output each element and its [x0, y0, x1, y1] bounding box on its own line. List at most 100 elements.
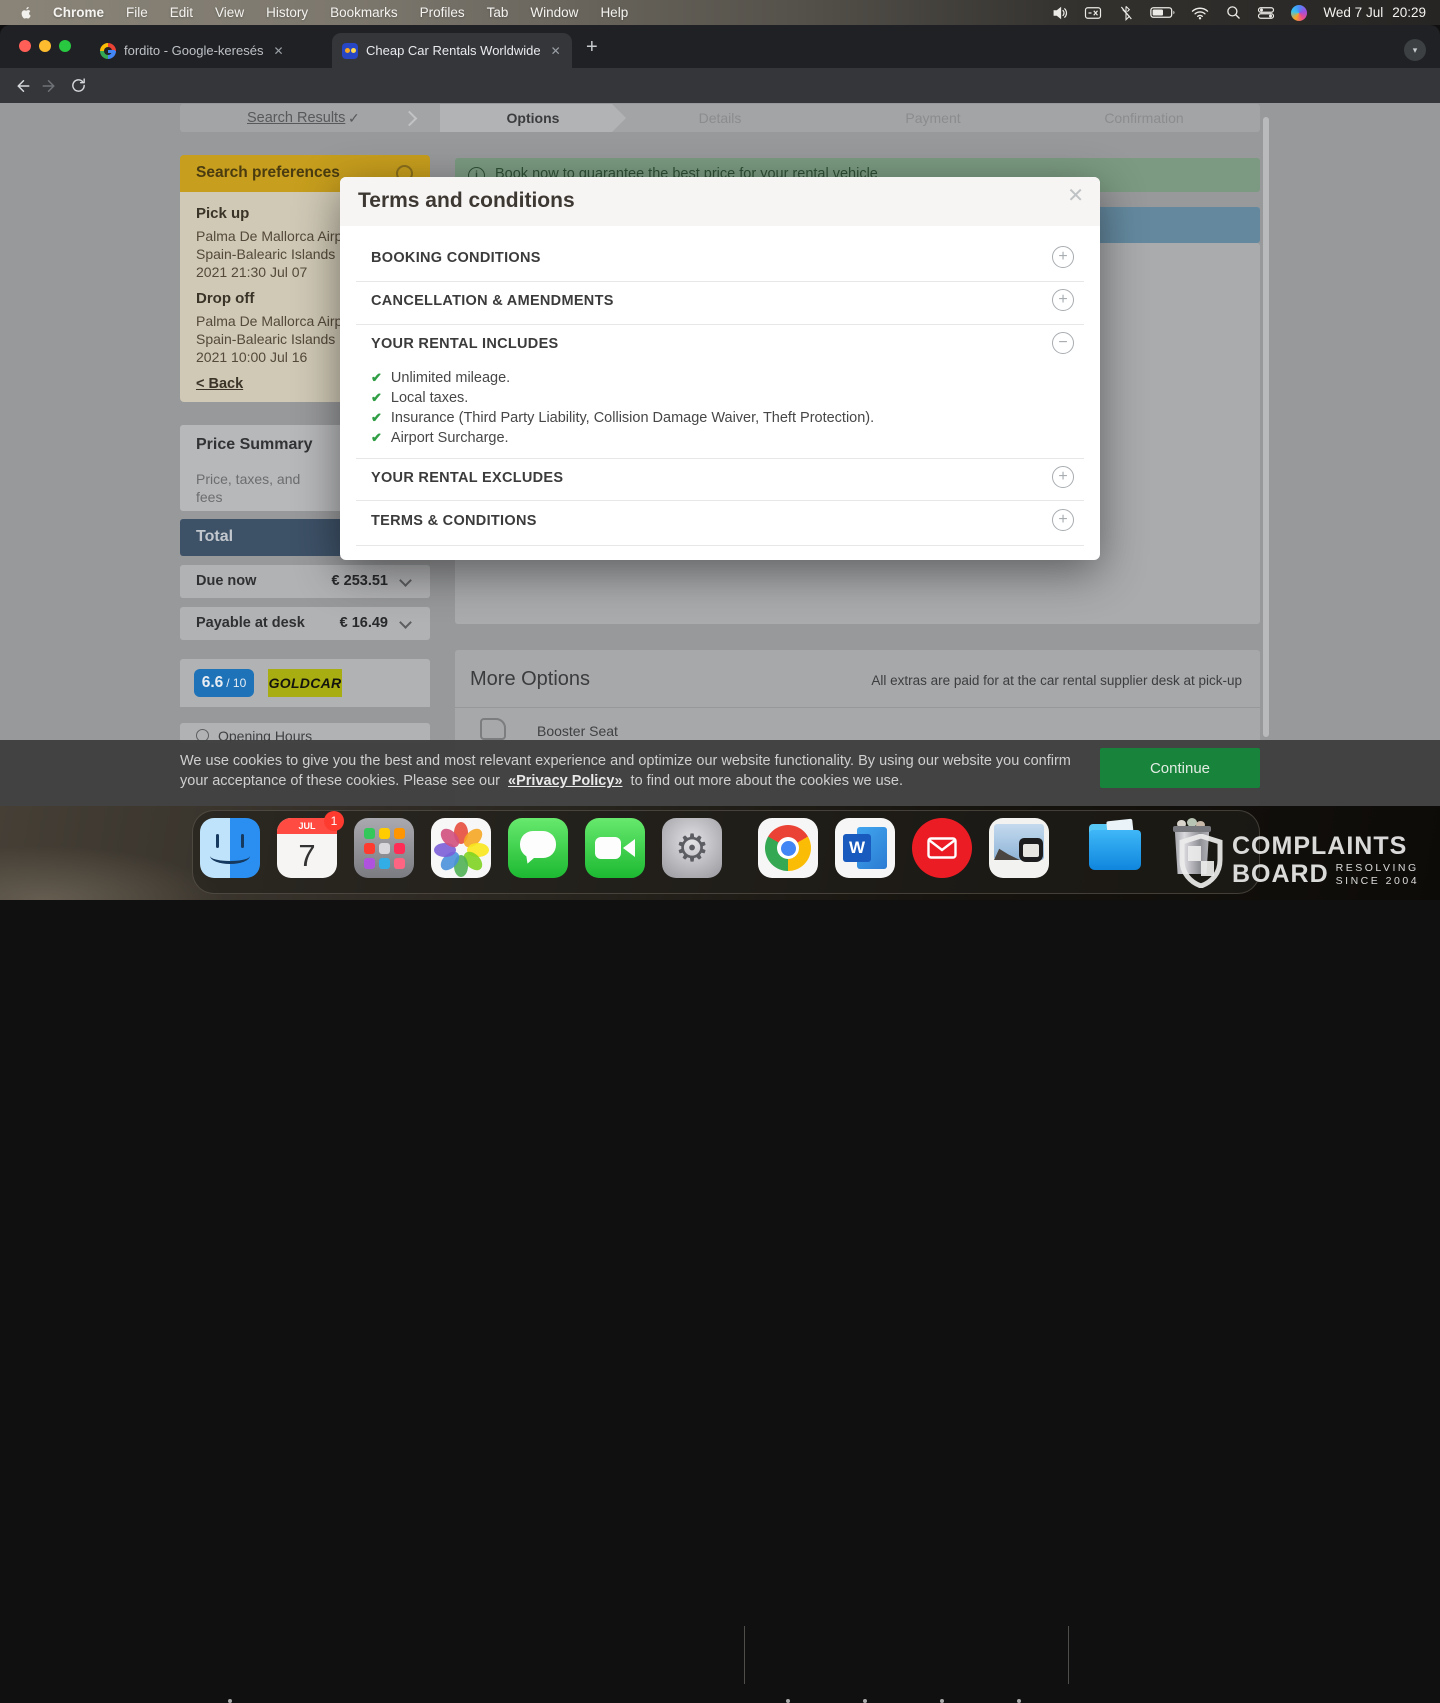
pickup-line: Spain-Balearic Islands	[196, 245, 335, 264]
control-center-icon[interactable]	[1257, 5, 1275, 21]
check-icon: ✔	[371, 390, 382, 405]
privacy-policy-link[interactable]: «Privacy Policy»	[508, 773, 622, 789]
dock-downloads-folder-icon[interactable]	[1085, 818, 1145, 878]
step-details: Details	[660, 110, 780, 126]
spotlight-icon[interactable]	[1224, 5, 1242, 21]
menu-item-edit[interactable]: Edit	[159, 5, 204, 20]
divider	[356, 281, 1084, 282]
more-options-note: All extras are paid for at the car renta…	[871, 673, 1242, 688]
section-rental-excludes[interactable]: YOUR RENTAL EXCLUDES	[371, 470, 563, 486]
section-terms-conditions[interactable]: TERMS & CONDITIONS	[371, 513, 537, 529]
menu-item-profiles[interactable]: Profiles	[409, 5, 476, 20]
include-item-text: Local taxes.	[391, 390, 468, 406]
cookie-banner: We use cookies to give you the best and …	[0, 740, 1440, 806]
browser-toolbar	[0, 68, 1440, 103]
siri-icon[interactable]	[1290, 5, 1308, 21]
pickup-label: Pick up	[196, 205, 249, 224]
browser-tab-strip: fordito - Google-keresés ✕ Cheap Car Ren…	[0, 25, 1440, 68]
menu-item-window[interactable]: Window	[519, 5, 589, 20]
close-icon[interactable]: ✕	[1067, 183, 1084, 208]
menu-item-view[interactable]: View	[204, 5, 255, 20]
section-cancellation[interactable]: CANCELLATION & AMENDMENTS	[371, 293, 614, 309]
menubar-clock[interactable]: 20:29	[1392, 5, 1426, 20]
rating-score: 6.6	[202, 674, 224, 692]
dock-mail-icon[interactable]	[912, 818, 972, 878]
section-rental-includes[interactable]: YOUR RENTAL INCLUDES	[371, 336, 559, 352]
menu-item-help[interactable]: Help	[589, 5, 639, 20]
due-now-label: Due now	[196, 573, 256, 589]
total-label: Total	[196, 528, 233, 546]
dock-system-preferences-icon[interactable]: ⚙	[662, 818, 722, 878]
new-tab-button[interactable]: +	[586, 38, 598, 56]
battery-icon[interactable]	[1150, 5, 1176, 21]
expand-icon[interactable]: +	[1052, 289, 1074, 311]
page-scrollbar[interactable]	[1263, 117, 1269, 737]
wifi-icon[interactable]	[1191, 5, 1209, 21]
menu-item-bookmarks[interactable]: Bookmarks	[319, 5, 409, 20]
dock-messages-icon[interactable]	[508, 818, 568, 878]
dock-finder-icon[interactable]	[200, 818, 260, 878]
cookie-text-line2: your acceptance of these cookies. Please…	[180, 773, 903, 789]
close-tab-icon[interactable]: ✕	[551, 44, 561, 58]
price-summary-subtitle: Price, taxes, and	[196, 471, 300, 487]
step-confirmation: Confirmation	[1084, 110, 1204, 126]
due-now-row[interactable]: Due now € 253.51	[180, 565, 430, 598]
minimize-window-button[interactable]	[39, 40, 51, 52]
menu-item-tab[interactable]: Tab	[476, 5, 520, 20]
search-results-link[interactable]: Search Results	[247, 110, 345, 126]
section-booking-conditions[interactable]: BOOKING CONDITIONS	[371, 250, 541, 266]
tab-economybookings[interactable]: Cheap Car Rentals Worldwide ✕	[332, 33, 572, 68]
google-favicon	[100, 43, 116, 59]
payable-at-desk-row[interactable]: Payable at desk € 16.49	[180, 607, 430, 640]
zoom-window-button[interactable]	[59, 40, 71, 52]
pickup-line: 2021 21:30 Jul 07	[196, 263, 307, 282]
expand-icon[interactable]: +	[1052, 246, 1074, 268]
include-item: ✔Airport Surcharge.	[371, 430, 509, 446]
chevron-down-icon[interactable]	[399, 616, 412, 629]
check-icon: ✓	[348, 110, 360, 127]
menubar-date[interactable]: Wed 7 Jul	[1323, 5, 1383, 20]
dock-chrome-icon[interactable]	[758, 818, 818, 878]
modal-title: Terms and conditions	[358, 189, 575, 213]
divider	[455, 707, 1260, 708]
dock-launchpad-icon[interactable]	[354, 818, 414, 878]
dock-facetime-icon[interactable]	[585, 818, 645, 878]
dropoff-line: Spain-Balearic Islands	[196, 330, 335, 349]
apple-logo-icon[interactable]	[18, 5, 42, 21]
pickup-line: Palma De Mallorca Airport	[196, 227, 359, 246]
close-tab-icon[interactable]: ✕	[273, 44, 283, 58]
chevron-down-icon[interactable]	[399, 574, 412, 587]
forward-button[interactable]	[36, 72, 64, 100]
include-item-text: Insurance (Third Party Liability, Collis…	[391, 410, 874, 426]
back-button[interactable]	[8, 72, 36, 100]
menu-item-chrome[interactable]: Chrome	[42, 5, 115, 20]
reload-button[interactable]	[64, 72, 92, 100]
dock-calendar-icon[interactable]: JUL 7 1	[277, 818, 337, 878]
dock-photos-icon[interactable]	[431, 818, 491, 878]
volume-icon[interactable]	[1051, 5, 1069, 21]
desktop: JUL 7 1 ⚙	[0, 806, 1440, 900]
tab-search-button[interactable]: ▾	[1404, 39, 1426, 61]
expand-icon[interactable]: +	[1052, 466, 1074, 488]
more-options-title: More Options	[470, 668, 590, 691]
include-item: ✔Unlimited mileage.	[371, 370, 510, 386]
continue-button[interactable]: Continue	[1100, 748, 1260, 788]
notification-badge: 1	[324, 811, 344, 831]
dock-preview-icon[interactable]	[989, 818, 1049, 878]
close-window-button[interactable]	[19, 40, 31, 52]
keyboard-input-icon[interactable]	[1084, 5, 1102, 21]
menu-item-file[interactable]: File	[115, 5, 159, 20]
include-item-text: Unlimited mileage.	[391, 370, 510, 386]
divider	[356, 458, 1084, 459]
collapse-icon[interactable]: −	[1052, 332, 1074, 354]
step-payment: Payment	[873, 110, 993, 126]
dock-word-icon[interactable]: W	[835, 818, 895, 878]
divider	[356, 500, 1084, 501]
divider	[356, 545, 1084, 546]
tab-google-search[interactable]: fordito - Google-keresés ✕	[100, 33, 330, 68]
expand-icon[interactable]: +	[1052, 509, 1074, 531]
watermark-line1: COMPLAINTS	[1232, 834, 1419, 859]
bluetooth-off-icon[interactable]	[1117, 5, 1135, 21]
menu-item-history[interactable]: History	[255, 5, 319, 20]
back-link[interactable]: < Back	[196, 375, 243, 394]
